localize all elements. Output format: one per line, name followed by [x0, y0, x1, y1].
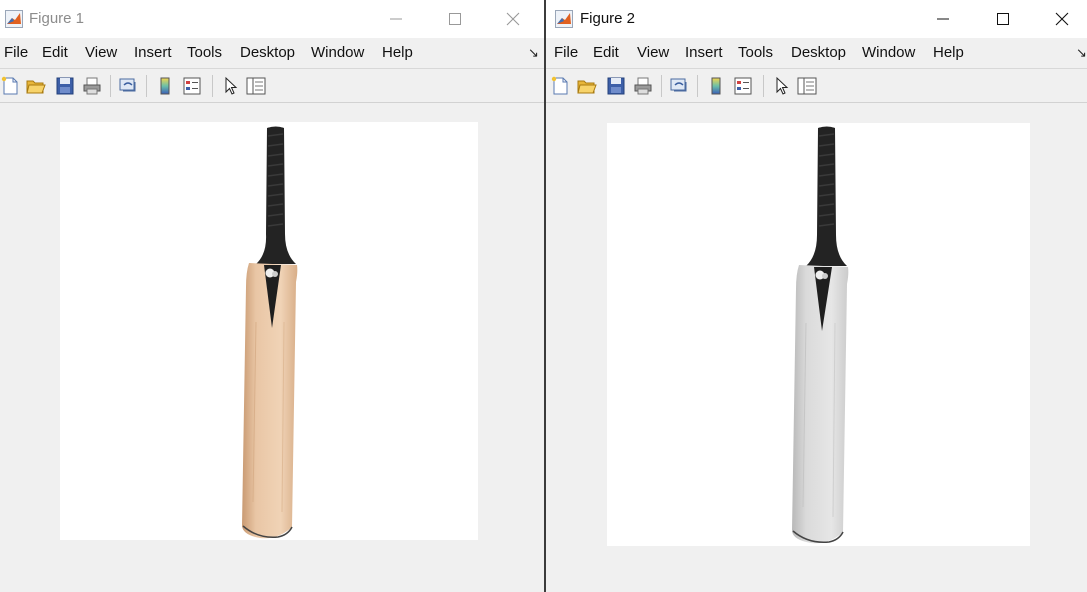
- menu-help[interactable]: Help: [382, 45, 413, 61]
- image-axes[interactable]: [607, 123, 1030, 546]
- menu-insert[interactable]: Insert: [134, 45, 172, 61]
- figure-toolbar: [546, 68, 1087, 103]
- dock-arrow-icon[interactable]: ↘: [1076, 45, 1087, 61]
- minimize-icon: [937, 18, 949, 20]
- figure-1-window: Figure 1 File Edit View Insert Tools Des…: [0, 0, 545, 592]
- menu-help[interactable]: Help: [933, 45, 964, 61]
- close-button[interactable]: [1039, 6, 1085, 32]
- print-icon[interactable]: [633, 76, 653, 96]
- toolbar-separator: [110, 75, 111, 97]
- property-inspector-icon[interactable]: [797, 76, 817, 96]
- toolbar-separator: [763, 75, 764, 97]
- toolbar-separator: [146, 75, 147, 97]
- link-plot-icon[interactable]: [118, 76, 138, 96]
- property-inspector-icon[interactable]: [246, 76, 266, 96]
- insert-legend-icon[interactable]: [182, 76, 202, 96]
- print-icon[interactable]: [82, 76, 102, 96]
- new-figure-icon[interactable]: [550, 76, 570, 96]
- new-figure-icon[interactable]: [0, 76, 20, 96]
- toolbar-separator: [661, 75, 662, 97]
- minimize-button[interactable]: [920, 6, 966, 32]
- close-icon: [1055, 12, 1069, 26]
- menu-edit[interactable]: Edit: [593, 45, 619, 61]
- window-title: Figure 2: [580, 10, 636, 27]
- matlab-logo-icon: [5, 10, 23, 28]
- dock-arrow-icon[interactable]: ↘: [528, 45, 539, 61]
- link-plot-icon[interactable]: [669, 76, 689, 96]
- minimize-button[interactable]: [373, 6, 419, 32]
- open-file-icon[interactable]: [577, 76, 597, 96]
- menu-file[interactable]: File: [4, 45, 28, 61]
- save-icon[interactable]: [55, 76, 75, 96]
- matlab-logo-icon: [555, 10, 573, 28]
- maximize-icon: [997, 13, 1009, 25]
- edit-plot-arrow-icon[interactable]: [772, 76, 792, 96]
- menu-view[interactable]: View: [637, 45, 669, 61]
- edit-plot-arrow-icon[interactable]: [221, 76, 241, 96]
- title-bar[interactable]: Figure 2: [546, 0, 1087, 38]
- menu-bar: File Edit View Insert Tools Desktop Wind…: [0, 38, 545, 68]
- menu-window[interactable]: Window: [311, 45, 364, 61]
- toolbar-separator: [212, 75, 213, 97]
- minimize-icon: [390, 18, 402, 20]
- close-icon: [506, 12, 520, 26]
- save-icon[interactable]: [606, 76, 626, 96]
- figure-2-window: Figure 2 File Edit View Insert Tools Des…: [546, 0, 1087, 592]
- menu-insert[interactable]: Insert: [685, 45, 723, 61]
- menu-window[interactable]: Window: [862, 45, 915, 61]
- menu-desktop[interactable]: Desktop: [240, 45, 295, 61]
- maximize-button[interactable]: [980, 6, 1026, 32]
- close-button[interactable]: [490, 6, 536, 32]
- menu-bar: File Edit View Insert Tools Desktop Wind…: [546, 38, 1087, 68]
- insert-colorbar-icon[interactable]: [155, 76, 175, 96]
- toolbar-separator: [697, 75, 698, 97]
- menu-tools[interactable]: Tools: [738, 45, 773, 61]
- menu-file[interactable]: File: [554, 45, 578, 61]
- title-bar[interactable]: Figure 1: [0, 0, 545, 38]
- menu-view[interactable]: View: [85, 45, 117, 61]
- menu-tools[interactable]: Tools: [187, 45, 222, 61]
- figure-toolbar: [0, 68, 545, 103]
- maximize-icon: [449, 13, 461, 25]
- cricket-bat-color-image: [242, 126, 298, 539]
- open-file-icon[interactable]: [26, 76, 46, 96]
- insert-colorbar-icon[interactable]: [706, 76, 726, 96]
- menu-desktop[interactable]: Desktop: [791, 45, 846, 61]
- menu-edit[interactable]: Edit: [42, 45, 68, 61]
- cricket-bat-grayscale-image: [792, 126, 849, 544]
- insert-legend-icon[interactable]: [733, 76, 753, 96]
- image-axes[interactable]: [60, 122, 478, 540]
- window-title: Figure 1: [29, 10, 85, 27]
- maximize-button[interactable]: [432, 6, 478, 32]
